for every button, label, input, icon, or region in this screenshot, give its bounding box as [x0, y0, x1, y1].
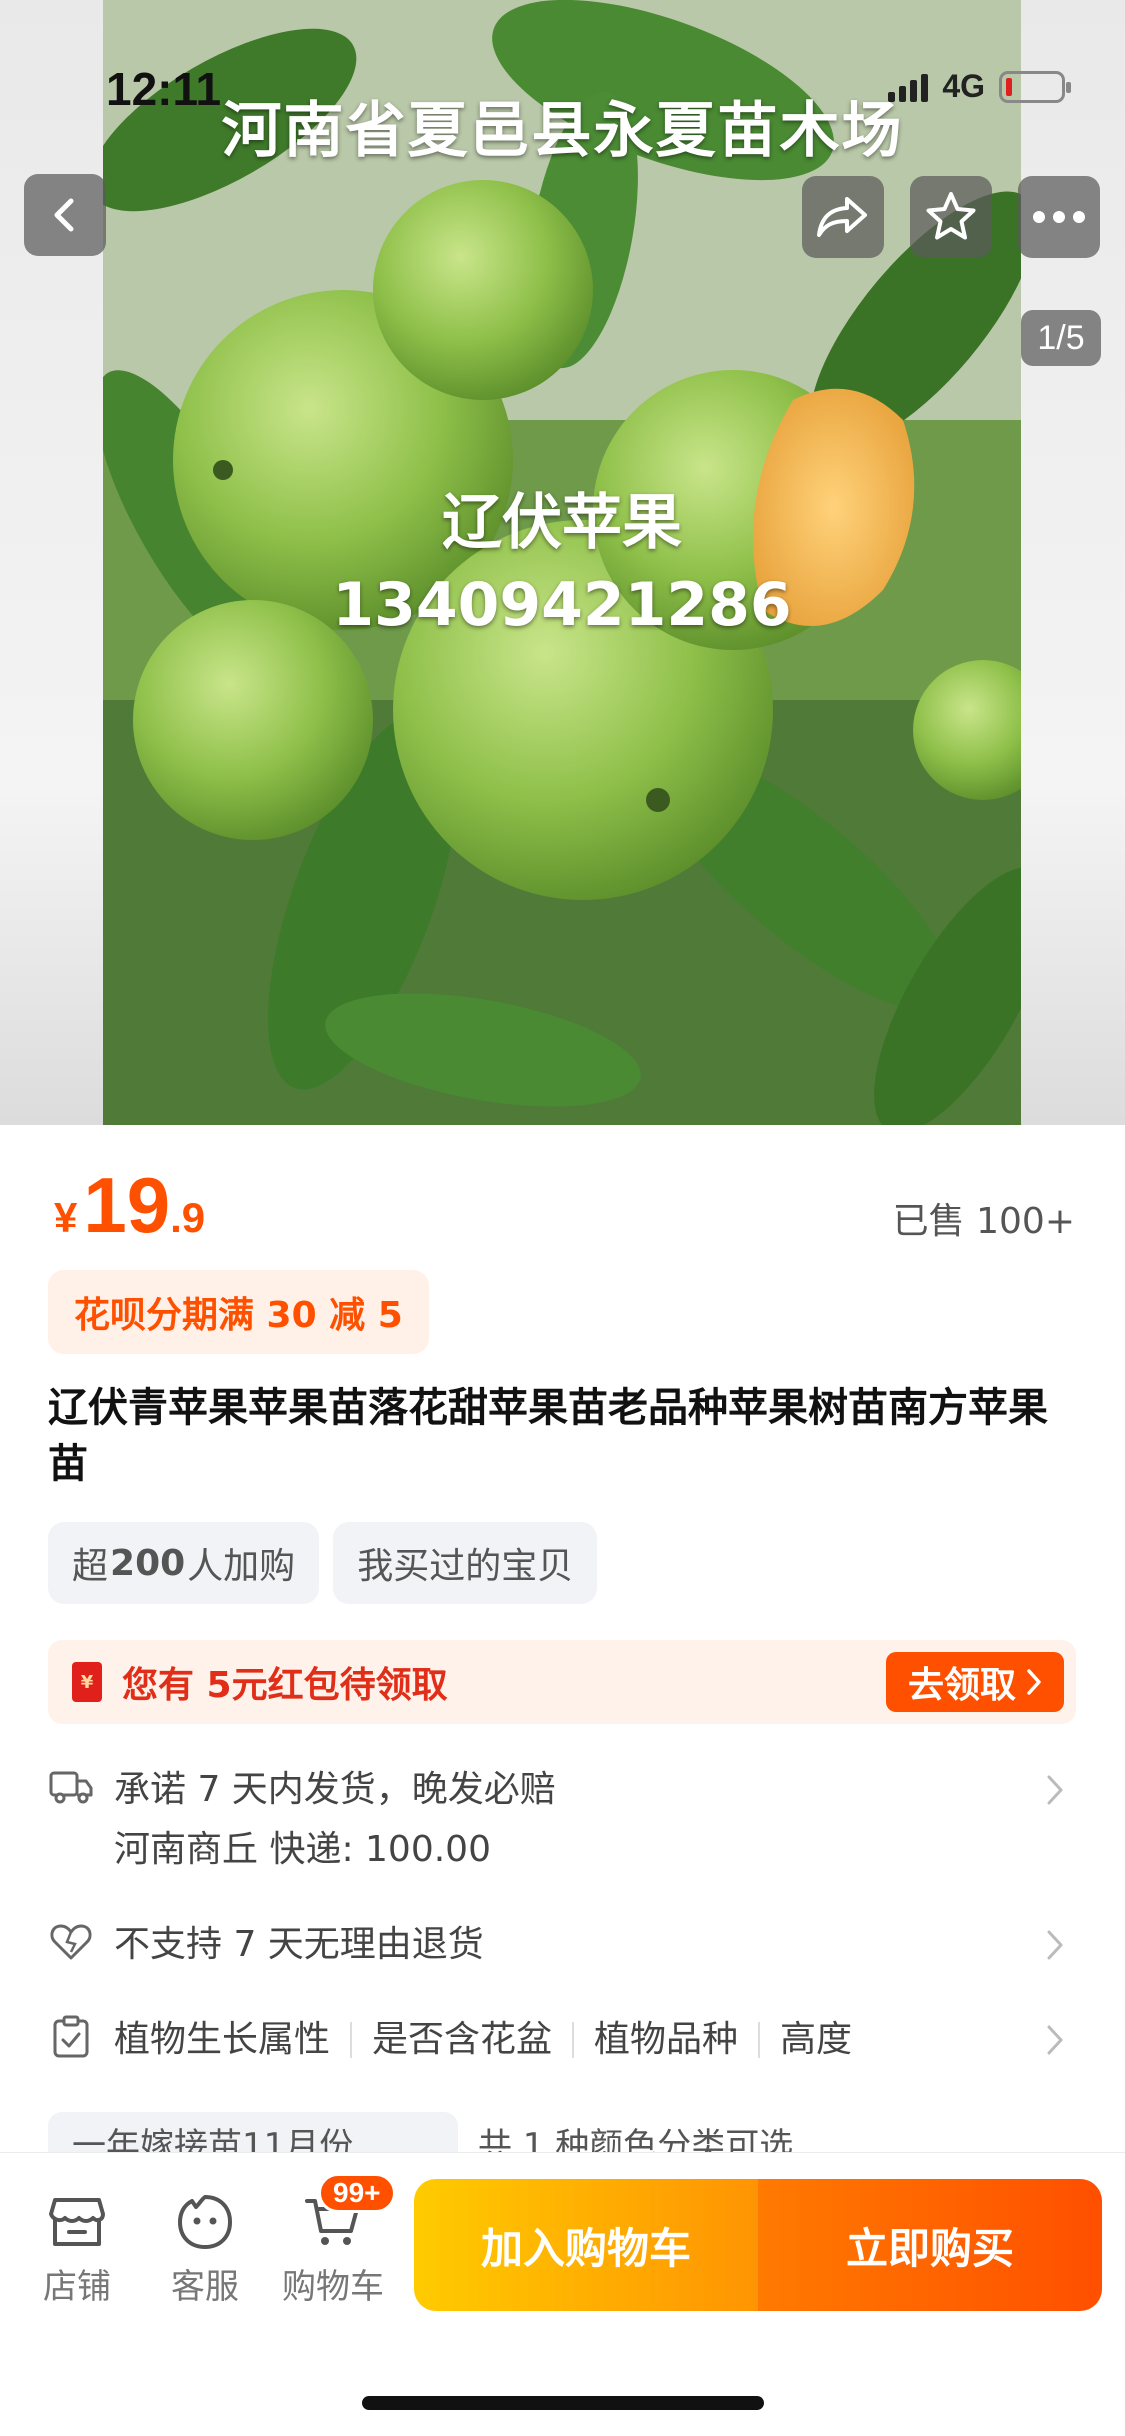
back-button[interactable]	[24, 174, 106, 256]
store-icon	[49, 2198, 105, 2246]
added-suffix: 人加购	[187, 1546, 296, 1587]
sku-summary[interactable]: 共 1 种颜色分类可选	[478, 2126, 793, 2152]
chevron-right-icon	[1047, 1930, 1063, 1960]
added-to-cart-chip[interactable]: 超 200 人加购	[48, 1522, 320, 1604]
sku-option-chip[interactable]: 一年嫁接苗11月份	[48, 2112, 458, 2152]
added-prefix: 超	[72, 1546, 109, 1587]
product-title: 辽伏青苹果苹果苗落花甜苹果苗老品种苹果树苗南方苹果苗	[48, 1385, 1048, 1487]
more-dots-icon	[1033, 211, 1085, 223]
claim-label: 去领取	[907, 1665, 1016, 1706]
favorite-button[interactable]	[910, 176, 992, 258]
add-to-cart-button[interactable]: 加入购物车	[414, 2179, 758, 2311]
chevron-right-icon	[1047, 2025, 1063, 2055]
star-icon	[926, 192, 976, 240]
chevron-right-icon	[1027, 1669, 1041, 1695]
status-indicators: 4G	[888, 68, 1071, 105]
red-packet-banner[interactable]: ¥ 您有 5元红包待领取 去领取	[48, 1640, 1076, 1724]
claim-button[interactable]: 去领取	[885, 1652, 1064, 1712]
attribute-list: 植物生长属性 是否含花盆 植物品种 高度	[114, 2010, 852, 2070]
return-policy-row[interactable]: 不支持 7 天无理由退货	[48, 1915, 1078, 1975]
home-indicator[interactable]	[362, 2396, 764, 2410]
attribute-item: 是否含花盆	[372, 2019, 553, 2060]
cart-label: 购物车	[282, 2267, 384, 2307]
bought-before-chip[interactable]: 我买过的宝贝	[333, 1522, 598, 1604]
delivery-truck-icon	[48, 1764, 94, 1810]
product-image-carousel[interactable]: 河南省夏邑县永夏苗木场 辽伏苹果 13409421286 12:11 4G 1/…	[0, 0, 1125, 1125]
bottom-action-bar: 店铺 客服 购物车 99+ 加入购物车 立即购买	[0, 2152, 1125, 2436]
attribute-item: 高度	[780, 2019, 853, 2060]
price-decimal: .9	[170, 1194, 206, 1241]
chevron-left-icon	[54, 198, 74, 232]
signal-icon	[888, 72, 929, 102]
status-time: 12:11	[106, 63, 222, 115]
red-packet-icon: ¥	[72, 1662, 102, 1702]
shipping-promise: 承诺 7 天内发货，晚发必赔	[114, 1769, 556, 1810]
price: ¥ 19 .9	[54, 1160, 205, 1251]
product-overlay-text: 辽伏苹果 13409421286	[103, 482, 1021, 646]
cart-badge: 99+	[318, 2173, 396, 2213]
attribute-item: 植物生长属性	[114, 2019, 331, 2060]
chevron-right-icon	[1047, 1775, 1063, 1805]
product-overlay-name: 辽伏苹果	[442, 488, 682, 558]
share-icon	[817, 197, 867, 237]
return-policy-text: 不支持 7 天无理由退货	[114, 1924, 484, 1965]
share-button[interactable]	[802, 176, 884, 258]
store-tab[interactable]: 店铺	[22, 2189, 132, 2308]
divider	[572, 2022, 575, 2058]
shipping-origin: 河南商丘 快递: 100.00	[114, 1829, 491, 1870]
divider	[350, 2022, 353, 2058]
store-label: 店铺	[43, 2267, 111, 2307]
divider	[758, 2022, 761, 2058]
network-label: 4G	[942, 68, 985, 104]
battery-icon	[999, 70, 1071, 103]
service-face-icon	[178, 2195, 232, 2249]
red-packet-text: 您有 5元红包待领取	[122, 1665, 448, 1706]
clipboard-check-icon	[48, 2014, 94, 2060]
price-integer: 19	[83, 1161, 171, 1249]
installment-promo-tag[interactable]: 花呗分期满 30 减 5	[48, 1270, 429, 1354]
product-overlay-phone: 13409421286	[332, 570, 792, 640]
service-tab[interactable]: 客服	[150, 2189, 260, 2308]
price-currency: ¥	[54, 1194, 78, 1241]
service-label: 客服	[171, 2267, 239, 2307]
added-count: 200	[110, 1542, 186, 1584]
attribute-item: 植物品种	[594, 2019, 739, 2060]
attributes-row[interactable]: 植物生长属性 是否含花盆 植物品种 高度	[48, 2010, 1078, 2070]
image-counter: 1/5	[1021, 310, 1101, 366]
heart-shield-icon	[48, 1919, 94, 1965]
buy-now-button[interactable]: 立即购买	[758, 2179, 1102, 2311]
shipping-row[interactable]: 承诺 7 天内发货，晚发必赔 河南商丘 快递: 100.00	[48, 1760, 1078, 1880]
more-button[interactable]	[1018, 176, 1100, 258]
purchase-buttons: 加入购物车 立即购买	[414, 2179, 1102, 2311]
sold-count: 已售 100+	[892, 1201, 1075, 1242]
social-chips: 超 200 人加购 我买过的宝贝	[48, 1522, 598, 1604]
